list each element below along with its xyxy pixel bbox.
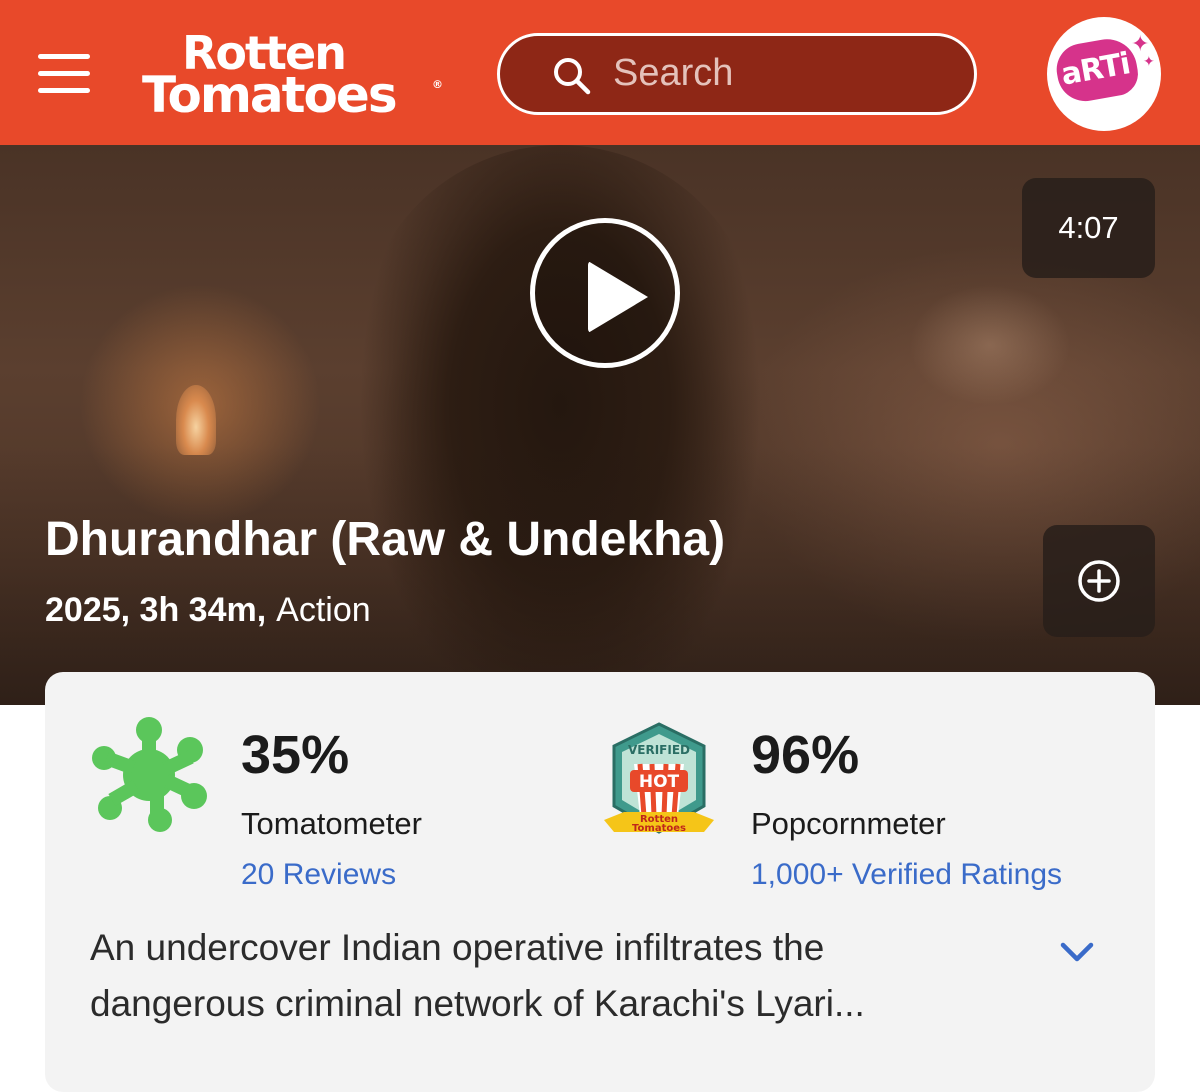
top-header: Rotten Tomatoes ® Search aRTi ✦ ✦ xyxy=(0,0,1200,145)
badge-hot-text: HOT xyxy=(639,772,680,792)
search-input[interactable]: Search xyxy=(497,33,977,115)
logo-registered-mark: ® xyxy=(432,78,443,91)
verified-ratings-link[interactable]: 1,000+ Verified Ratings xyxy=(751,858,1062,892)
tomatometer-score: 35% xyxy=(241,725,350,785)
badge-verified-text: VERIFIED xyxy=(628,743,690,757)
arti-button[interactable]: aRTi ✦ ✦ xyxy=(1047,17,1161,131)
movie-meta: 2025, 3h 34m, Action xyxy=(45,591,371,630)
play-icon xyxy=(588,261,648,333)
plus-circle-icon xyxy=(1078,560,1120,602)
add-to-watchlist-button[interactable] xyxy=(1043,525,1155,637)
popcornmeter-label: Popcornmeter xyxy=(751,806,946,841)
play-button[interactable] xyxy=(530,218,680,368)
chevron-down-icon[interactable] xyxy=(1055,930,1099,974)
logo-line-2: Tomatoes xyxy=(142,66,398,124)
trailer-duration: 4:07 xyxy=(1022,178,1155,278)
search-icon xyxy=(554,58,591,95)
tomatometer-label: Tomatometer xyxy=(241,806,422,841)
menu-line xyxy=(38,54,90,59)
menu-line xyxy=(38,88,90,93)
movie-title: Dhurandhar (Raw & Undekha) xyxy=(45,513,726,566)
menu-line xyxy=(38,71,90,76)
movie-synopsis: An undercover Indian operative infiltrat… xyxy=(90,927,865,1024)
movie-year-runtime: 2025, 3h 34m, xyxy=(45,591,267,629)
score-card: 35% Tomatometer 20 Reviews VERIFIED HOT … xyxy=(45,672,1155,1092)
hero-gradient xyxy=(0,445,1200,705)
rotten-tomatoes-logo[interactable]: Rotten Tomatoes ® xyxy=(142,30,443,124)
reviews-link[interactable]: 20 Reviews xyxy=(241,858,396,892)
verified-hot-popcorn-icon: VERIFIED HOT Rotten Tomatoes xyxy=(604,722,714,834)
search-placeholder: Search xyxy=(613,52,734,94)
popcornmeter-score: 96% xyxy=(751,725,860,785)
movie-genre: Action xyxy=(276,591,371,629)
trailer-hero: 4:07 Dhurandhar (Raw & Undekha) 2025, 3h… xyxy=(0,145,1200,705)
sparkle-icon: ✦ xyxy=(1143,53,1155,69)
menu-icon[interactable] xyxy=(38,54,90,94)
badge-brand-line-2: Tomatoes xyxy=(632,823,686,834)
green-splat-icon xyxy=(92,717,207,832)
